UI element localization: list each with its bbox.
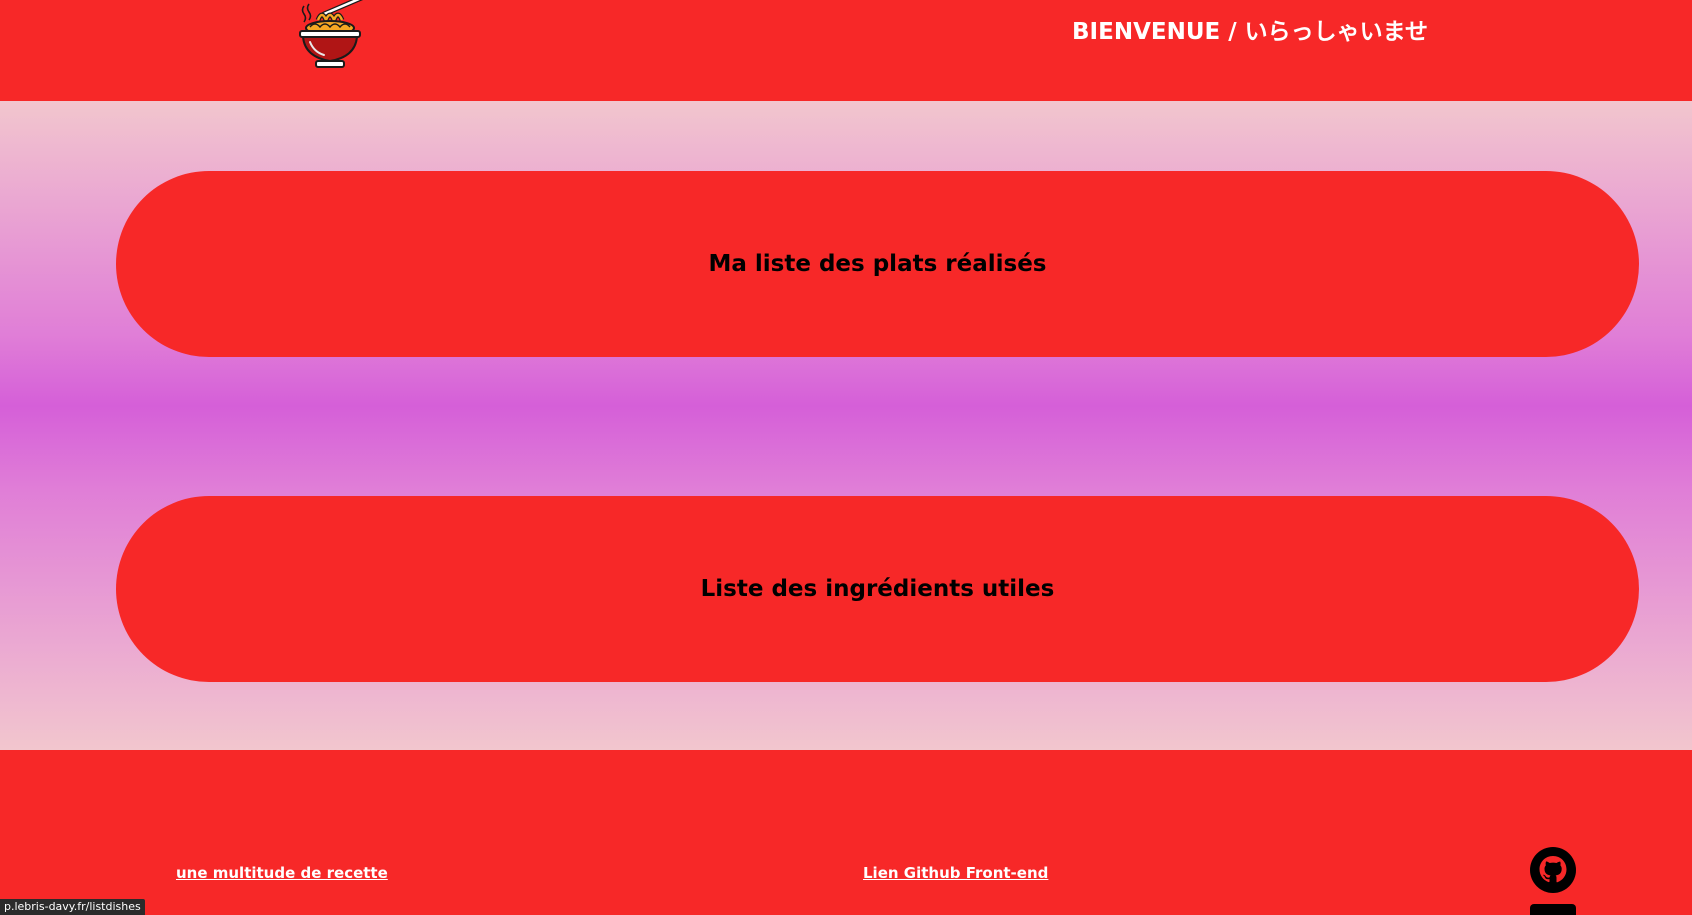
- recipes-link[interactable]: une multitude de recette: [176, 864, 388, 882]
- ramen-bowl-icon[interactable]: [296, 0, 372, 70]
- welcome-title: BIENVENUE / いらっしゃいませ: [1072, 19, 1428, 45]
- ingredients-list-button-label: Liste des ingrédients utiles: [700, 576, 1055, 602]
- main-content: Ma liste des plats réalisés Liste des in…: [0, 101, 1692, 750]
- site-header: BIENVENUE / いらっしゃいませ: [0, 0, 1692, 101]
- github-icon[interactable]: [1530, 847, 1576, 893]
- dishes-list-button[interactable]: Ma liste des plats réalisés: [116, 171, 1639, 357]
- github-frontend-link[interactable]: Lien Github Front-end: [863, 864, 1048, 882]
- profile-icon[interactable]: [1530, 904, 1576, 915]
- ingredients-list-button[interactable]: Liste des ingrédients utiles: [116, 496, 1639, 682]
- status-bar-url: p.lebris-davy.fr/listdishes: [0, 899, 145, 915]
- site-footer: une multitude de recette Lien Github Fro…: [0, 750, 1692, 915]
- dishes-list-button-label: Ma liste des plats réalisés: [708, 251, 1047, 277]
